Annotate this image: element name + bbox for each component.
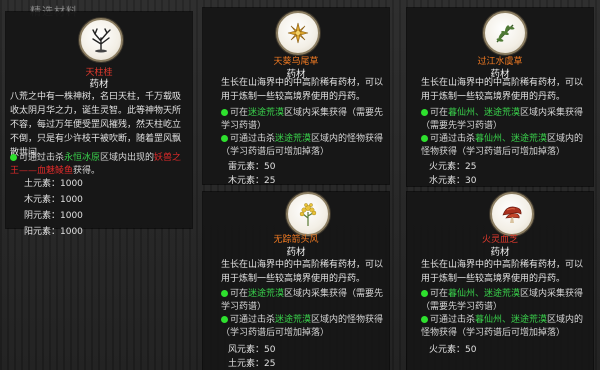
kill-source-line: 可通过击杀迷途荒漠区域内的怪物获得（学习药谱后可增加掉落） (221, 134, 384, 157)
item-description: 生长在山海界中的中高阶稀有药材，可以用于炼制一些较高境界使用的丹药。 (421, 78, 584, 102)
green-dot-icon (221, 316, 228, 323)
yellow-flower-icon (286, 192, 330, 236)
green-dot-icon (421, 135, 428, 142)
gather-source-line: 可在迷途荒漠区域内采集获得（需要先学习药谱） (221, 108, 384, 131)
red-mushroom-icon (490, 192, 534, 236)
gather-source-line: 可在暮仙州、迷途荒漠区域内采集获得（需要先学习药谱） (421, 108, 584, 131)
green-dot-icon (421, 316, 428, 323)
green-dot-icon (421, 290, 428, 297)
stat-line: 木元素：1000 (24, 195, 83, 205)
herb-sprig-icon (483, 11, 527, 55)
item-card-tiankuiwuweicao: 天葵乌尾草 药材 生长在山海界中的中高阶稀有药材，可以用于炼制一些较高境界使用的… (203, 8, 389, 186)
item-card-wuzongjiantoufeng: 无踪箭头风 药材 生长在山海界中的中高阶稀有药材，可以用于炼制一些较高境界使用的… (203, 192, 389, 370)
golden-flower-icon (276, 11, 320, 55)
item-type: 药材 (89, 79, 109, 90)
item-card-tianzhugui: 天柱桂 药材 八荒之中有一株神树，名曰天柱，千万载吸收太阴月华之力，诞生灵智。此… (6, 12, 192, 237)
kill-source-line: 可通过击杀迷途荒漠区域内的怪物获得（学习药谱后可增加掉落） (221, 315, 384, 338)
item-description: 生长在山海界中的中高阶稀有药材，可以用于炼制一些较高境界使用的丹药。 (421, 260, 584, 284)
item-type: 药材 (286, 247, 306, 258)
stat-line: 阴元素：1000 (24, 211, 83, 221)
item-description: 八荒之中有一株神树，名曰天柱，千万载吸收太阴月华之力，诞生灵智。此等神物天所不容… (10, 92, 182, 158)
kill-source-line: 可通过击杀暮仙州、迷途荒漠区域内的怪物获得（学习药谱后可增加掉落） (421, 315, 584, 338)
kill-source-line: 可通过击杀暮仙州、迷途荒漠区域内的怪物获得（学习药谱后可增加掉落） (421, 134, 584, 157)
stat-line: 水元素：30 (429, 176, 477, 186)
stat-line: 土元素：1000 (24, 179, 83, 189)
stat-line: 土元素：25 (228, 359, 276, 369)
drop-source-line: 可通过击杀永恒冰原区域内出现的妖兽之王——血魅鲮鱼获得。 (10, 153, 182, 176)
green-dot-icon (221, 109, 228, 116)
item-card-huolingxuezhi: 火灵血芝 药材 生长在山海界中的中高阶稀有药材，可以用于炼制一些较高境界使用的丹… (407, 192, 593, 370)
gather-source-line: 可在暮仙州、迷途荒漠区域内采集获得（需要先学习药谱） (421, 289, 584, 312)
green-dot-icon (421, 109, 428, 116)
green-dot-icon (10, 154, 17, 161)
green-dot-icon (221, 290, 228, 297)
gather-source-line: 可在迷途荒漠区域内采集获得（需要先学习药谱） (221, 289, 384, 312)
stat-line: 雷元素：50 (228, 162, 276, 172)
item-type: 药材 (490, 247, 510, 258)
item-description: 生长在山海界中的中高阶稀有药材，可以用于炼制一些较高境界使用的丹药。 (221, 78, 384, 102)
stat-line: 火元素：50 (429, 345, 477, 355)
green-dot-icon (221, 135, 228, 142)
tree-icon (79, 18, 123, 62)
stat-line: 火元素：25 (429, 162, 477, 172)
stat-line: 风元素：50 (228, 345, 276, 355)
stat-line: 木元素：25 (228, 176, 276, 186)
item-card-guojiangshuiyucao: 过江水虞草 药材 生长在山海界中的中高阶稀有药材，可以用于炼制一些较高境界使用的… (407, 8, 593, 186)
item-description: 生长在山海界中的中高阶稀有药材，可以用于炼制一些较高境界使用的丹药。 (221, 260, 384, 284)
stat-line: 阳元素：1000 (24, 227, 83, 237)
